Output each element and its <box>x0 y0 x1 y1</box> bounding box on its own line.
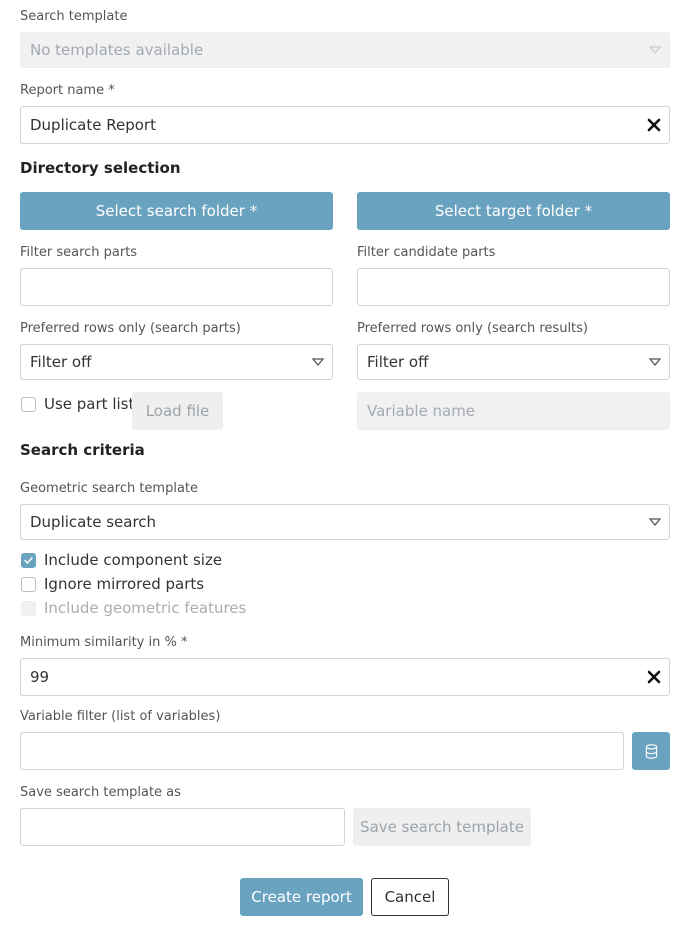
filter-search-parts-label: Filter search parts <box>20 245 138 260</box>
directory-selection-heading: Directory selection <box>20 159 181 177</box>
variable-filter-input[interactable] <box>20 732 624 770</box>
search-template-label: Search template <box>20 9 128 24</box>
chevron-down-icon <box>649 46 661 54</box>
ignore-mirrored-checkbox[interactable] <box>21 577 36 592</box>
search-template-select: No templates available <box>20 32 670 68</box>
preferred-search-label: Preferred rows only (search parts) <box>20 321 241 336</box>
report-name-value[interactable]: Duplicate Report <box>30 116 156 134</box>
report-name-label: Report name * <box>20 83 115 98</box>
variable-name-input: Variable name <box>357 392 670 430</box>
use-part-list-checkbox[interactable] <box>21 397 36 412</box>
close-icon[interactable] <box>647 118 661 132</box>
search-criteria-heading: Search criteria <box>20 441 145 459</box>
geometric-template-label: Geometric search template <box>20 481 199 496</box>
close-icon[interactable] <box>647 670 661 684</box>
chevron-down-icon[interactable] <box>312 358 324 366</box>
create-report-button[interactable]: Create report <box>240 878 363 916</box>
preferred-search-value[interactable]: Filter off <box>30 353 91 371</box>
filter-search-parts-input[interactable] <box>20 268 333 306</box>
include-geometric-features-label: Include geometric features <box>44 599 247 617</box>
report-name-input[interactable]: Duplicate Report <box>20 106 670 144</box>
min-similarity-input[interactable]: 99 <box>20 658 670 696</box>
chevron-down-icon[interactable] <box>649 358 661 366</box>
check-icon <box>24 557 33 564</box>
preferred-results-select[interactable]: Filter off <box>357 344 670 380</box>
geometric-template-select[interactable]: Duplicate search <box>20 504 670 540</box>
preferred-results-value[interactable]: Filter off <box>367 353 428 371</box>
min-similarity-label: Minimum similarity in % * <box>20 635 188 650</box>
save-template-label: Save search template as <box>20 785 181 800</box>
variable-picker-button[interactable] <box>632 732 670 770</box>
geometric-template-value[interactable]: Duplicate search <box>30 513 156 531</box>
preferred-results-label: Preferred rows only (search results) <box>357 321 588 336</box>
use-part-list-label[interactable]: Use part list <box>44 395 134 413</box>
select-target-folder-button[interactable]: Select target folder * <box>357 192 670 230</box>
select-search-folder-button[interactable]: Select search folder * <box>20 192 333 230</box>
include-component-size-label[interactable]: Include component size <box>44 551 222 569</box>
include-geometric-features-checkbox <box>21 601 36 616</box>
min-similarity-value[interactable]: 99 <box>30 668 49 686</box>
variable-name-placeholder: Variable name <box>367 402 476 420</box>
filter-candidate-parts-label: Filter candidate parts <box>357 245 496 260</box>
database-icon <box>645 743 657 759</box>
search-template-value: No templates available <box>30 41 204 59</box>
chevron-down-icon[interactable] <box>649 518 661 526</box>
preferred-search-select[interactable]: Filter off <box>20 344 333 380</box>
variable-filter-label: Variable filter (list of variables) <box>20 709 221 724</box>
save-template-input[interactable] <box>20 808 345 846</box>
include-component-size-checkbox[interactable] <box>21 553 36 568</box>
cancel-button[interactable]: Cancel <box>371 878 449 916</box>
load-file-button[interactable]: Load file <box>132 392 223 430</box>
ignore-mirrored-label[interactable]: Ignore mirrored parts <box>44 575 204 593</box>
save-search-template-button[interactable]: Save search template <box>353 808 531 846</box>
filter-candidate-parts-input[interactable] <box>357 268 670 306</box>
